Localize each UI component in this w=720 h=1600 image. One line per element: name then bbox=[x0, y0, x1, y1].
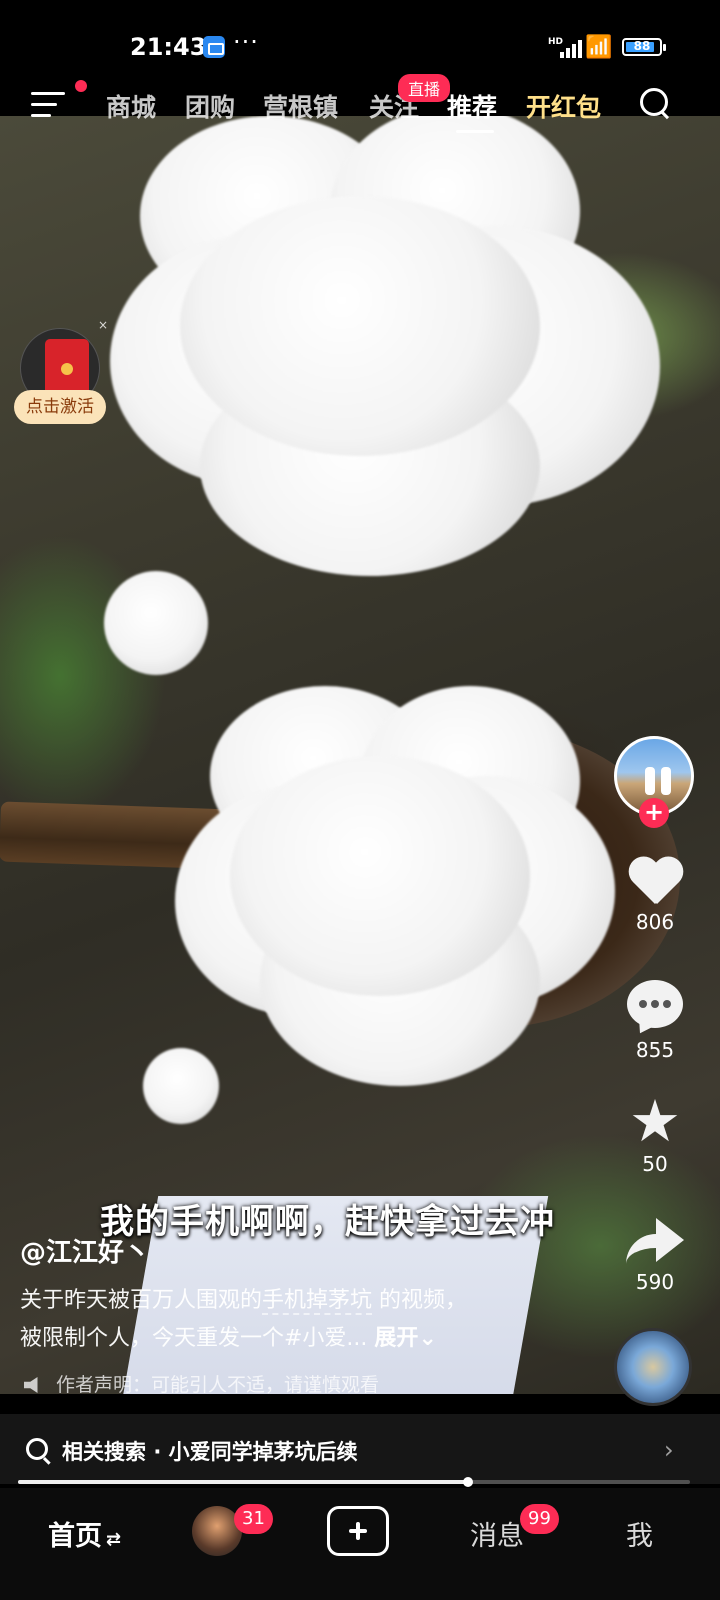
active-tab-indicator bbox=[456, 130, 494, 133]
blur-cloud bbox=[180, 196, 540, 456]
author-name[interactable]: @江江好丶 bbox=[20, 1232, 150, 1269]
favorite-count: 50 bbox=[642, 1152, 668, 1176]
friends-badge: 31 bbox=[234, 1504, 273, 1534]
desc-text: 的视频， bbox=[372, 1288, 468, 1313]
search-icon[interactable] bbox=[640, 88, 672, 120]
battery-level: 88 bbox=[633, 39, 651, 53]
star-icon: ★ bbox=[629, 1087, 681, 1155]
chevron-down-icon: ⌄ bbox=[418, 1326, 437, 1351]
messages-badge: 99 bbox=[520, 1504, 559, 1534]
tab-mall[interactable]: 商城 bbox=[106, 88, 156, 124]
tab-red-packet[interactable]: 开红包 bbox=[526, 88, 601, 124]
tab-local[interactable]: 营根镇 bbox=[263, 88, 338, 124]
heart-icon bbox=[627, 858, 683, 908]
app-notification-icon bbox=[203, 36, 225, 58]
wifi-icon: 📶 bbox=[585, 35, 613, 60]
more-dots-icon: ··· bbox=[233, 28, 259, 56]
signal-icon bbox=[560, 40, 584, 58]
video-description: 关于昨天被百万人围观的手机掉茅坑 的视频， 被限制个人，今天重发一个#小爱...… bbox=[20, 1282, 610, 1358]
disclaimer-text: 作者声明：可能引人不适，请谨慎观看 bbox=[56, 1374, 380, 1396]
speaker-icon bbox=[24, 1377, 38, 1393]
related-search-separator: · bbox=[153, 1440, 162, 1464]
comment-icon bbox=[627, 980, 683, 1028]
search-icon bbox=[26, 1438, 48, 1460]
tab-home-label: 首页 bbox=[48, 1521, 102, 1552]
red-packet-label[interactable]: 点击激活 bbox=[14, 390, 106, 424]
blur-cloud bbox=[230, 756, 530, 996]
tab-recommend[interactable]: 推荐 bbox=[447, 88, 497, 124]
bottom-tab-bar: 首页 ⇄ 31 消息 99 我 bbox=[0, 1488, 720, 1600]
menu-icon[interactable] bbox=[31, 92, 65, 118]
follow-button[interactable]: + bbox=[639, 798, 669, 828]
chevron-right-icon: › bbox=[664, 1436, 674, 1464]
comment-count: 855 bbox=[635, 1038, 675, 1062]
expand-button[interactable]: 展开⌄ bbox=[374, 1326, 436, 1351]
close-icon[interactable]: × bbox=[98, 318, 108, 332]
expand-label: 展开 bbox=[374, 1326, 419, 1351]
share-icon bbox=[626, 1216, 684, 1262]
tab-messages[interactable]: 消息 bbox=[470, 1514, 524, 1553]
author-disclaimer: 作者声明：可能引人不适，请谨慎观看 bbox=[24, 1370, 379, 1397]
tab-me[interactable]: 我 bbox=[626, 1514, 653, 1553]
related-search-bar[interactable]: 相关搜索 · 小爱同学掉茅坑后续 › bbox=[0, 1414, 720, 1484]
desc-topic-link[interactable]: 手机掉茅坑 bbox=[262, 1288, 373, 1315]
tab-home[interactable]: 首页 ⇄ bbox=[48, 1514, 121, 1553]
notification-dot bbox=[75, 80, 87, 92]
create-button[interactable] bbox=[327, 1506, 389, 1556]
related-search-text: 相关搜索 · 小爱同学掉茅坑后续 bbox=[62, 1436, 358, 1466]
blur-cloud bbox=[104, 571, 208, 675]
like-button[interactable]: 806 bbox=[620, 858, 690, 934]
battery-icon: 88 bbox=[622, 38, 666, 56]
like-count: 806 bbox=[635, 910, 675, 934]
red-envelope-icon bbox=[45, 339, 89, 397]
video-progress-bar[interactable] bbox=[18, 1477, 690, 1487]
favorite-button[interactable]: ★ 50 bbox=[620, 1092, 690, 1176]
progress-handle[interactable] bbox=[463, 1477, 474, 1487]
video-overlay-caption: 我的手机啊啊，赶快拿过去冲 bbox=[100, 1202, 555, 1242]
blur-cloud bbox=[143, 1048, 219, 1124]
comment-button[interactable]: 855 bbox=[620, 980, 690, 1062]
desc-text: 关于昨天被百万人围观的 bbox=[20, 1288, 263, 1313]
progress-fill bbox=[18, 1480, 469, 1484]
tab-group-buy[interactable]: 团购 bbox=[185, 88, 235, 124]
live-badge: 直播 bbox=[398, 74, 451, 102]
music-disc[interactable] bbox=[614, 1328, 692, 1406]
share-button[interactable]: 590 bbox=[620, 1216, 690, 1294]
status-bar: 21:43 ··· HD 📶 88 bbox=[0, 0, 720, 88]
swap-icon: ⇄ bbox=[106, 1529, 122, 1550]
red-packet-widget[interactable]: × 点击激活 bbox=[14, 318, 108, 426]
related-search-prefix: 相关搜索 bbox=[62, 1440, 146, 1464]
related-search-query: 小爱同学掉茅坑后续 bbox=[168, 1440, 358, 1464]
top-nav: 商城 团购 营根镇 关注 直播 推荐 开红包 bbox=[0, 74, 720, 133]
status-time: 21:43 bbox=[130, 33, 207, 61]
desc-text: 被限制个人，今天重发一个#小爱... bbox=[20, 1326, 368, 1351]
